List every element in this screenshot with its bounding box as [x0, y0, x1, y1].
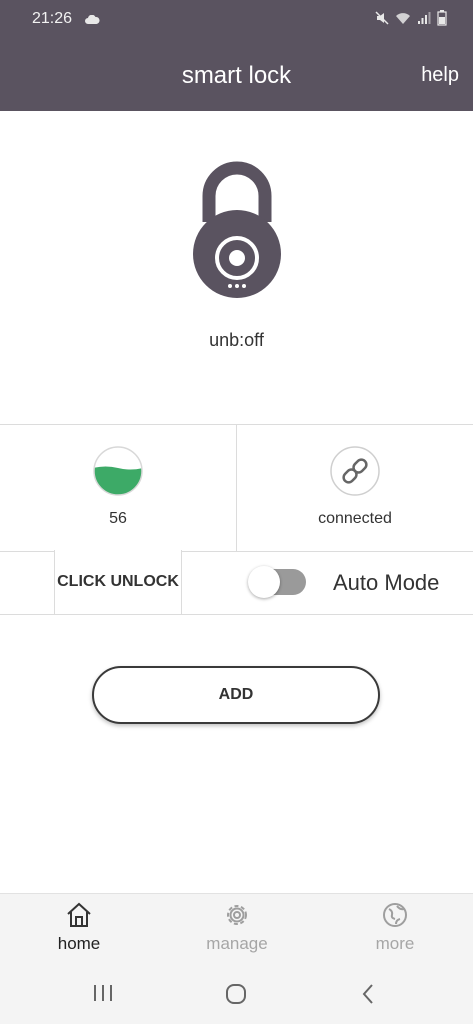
tab-manage[interactable]: manage — [158, 894, 316, 964]
status-bar: 21:26 — [0, 0, 473, 38]
smart-lock-screen: 21:26 smart lock help unb:off 56 connect… — [0, 0, 473, 1024]
recent-apps-icon[interactable] — [92, 983, 114, 1008]
tab-home[interactable]: home — [0, 894, 158, 964]
battery-gauge-icon — [93, 446, 143, 496]
system-nav-bar — [0, 963, 473, 1024]
battery-cell — [0, 425, 237, 551]
home-icon — [67, 902, 91, 927]
auto-mode-toggle[interactable] — [248, 566, 308, 598]
padlock-icon[interactable] — [189, 160, 285, 306]
status-indicators — [375, 10, 447, 31]
home-circle-icon[interactable] — [225, 983, 247, 1010]
tab-label: home — [57, 934, 101, 953]
wifi-icon — [395, 11, 411, 30]
connection-status: connected — [318, 510, 392, 527]
tab-label: manage — [206, 934, 268, 953]
link-icon — [330, 446, 380, 496]
add-button[interactable]: ADD — [92, 666, 380, 724]
click-unlock-button[interactable]: CLICK UNLOCK — [54, 550, 182, 614]
bottom-tab-bar: home manage more — [0, 893, 473, 964]
page-title: smart lock — [181, 62, 292, 89]
mute-icon — [375, 11, 389, 30]
battery-icon — [437, 10, 447, 31]
tab-label: more — [375, 934, 415, 953]
back-icon[interactable] — [360, 983, 376, 1010]
toggle-knob — [248, 566, 280, 598]
cloud-icon — [84, 12, 100, 30]
info-row — [0, 424, 473, 552]
globe-icon — [383, 903, 407, 927]
battery-value: 56 — [109, 510, 127, 527]
help-button[interactable]: help — [421, 64, 459, 87]
app-header: 21:26 smart lock help — [0, 0, 473, 111]
gear-icon — [227, 905, 247, 925]
status-time: 21:26 — [32, 10, 73, 27]
signal-icon — [417, 11, 431, 30]
auto-mode-label: Auto Mode — [333, 570, 440, 595]
connection-cell — [237, 425, 473, 551]
tab-more[interactable]: more — [316, 894, 473, 964]
lock-status-text: unb:off — [209, 330, 264, 350]
